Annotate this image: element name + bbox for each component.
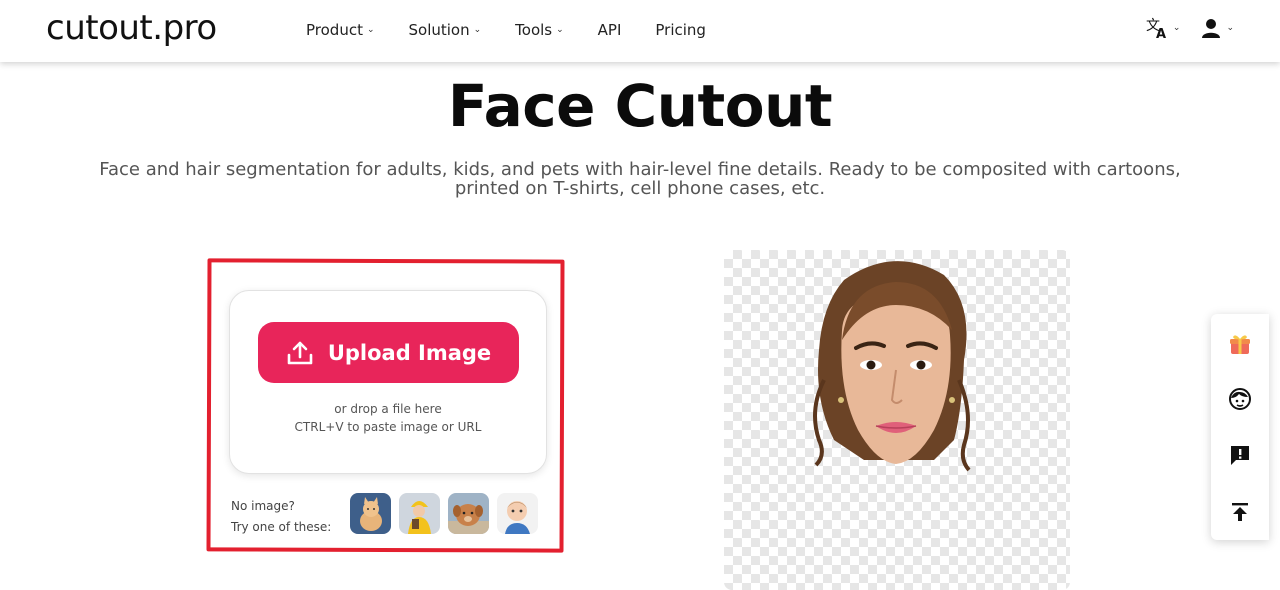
face-cutout-image: [813, 261, 971, 472]
sample-image-cat[interactable]: [350, 493, 391, 534]
result-preview: [724, 250, 1070, 590]
nav-item-product[interactable]: Product ⌄: [306, 21, 375, 39]
translate-icon: 文 A: [1146, 18, 1166, 40]
support-face-icon: [1229, 388, 1251, 410]
nav-item-solution[interactable]: Solution ⌄: [409, 21, 482, 39]
gift-button[interactable]: [1211, 324, 1269, 364]
header-actions: 文 A ⌄ ⌄: [1125, 16, 1234, 40]
sample-images: [350, 493, 546, 534]
sample-prompt-line: No image?: [231, 499, 295, 513]
back-to-top-button[interactable]: [1211, 492, 1269, 532]
chevron-down-icon: ⌄: [556, 25, 564, 35]
nav-item-pricing[interactable]: Pricing: [655, 21, 706, 39]
svg-text:A: A: [1156, 27, 1166, 40]
upload-button-label: Upload Image: [327, 340, 492, 365]
user-icon: [1202, 19, 1221, 38]
sample-image-child[interactable]: [399, 493, 440, 534]
chevron-down-icon: ⌄: [366, 25, 375, 35]
upload-dropzone[interactable]: Upload Image or drop a file here CTRL+V …: [229, 290, 547, 474]
sample-prompt-line: Try one of these:: [231, 520, 332, 534]
sample-image-dog[interactable]: [448, 493, 489, 534]
nav-label: Pricing: [655, 21, 706, 39]
language-switcher[interactable]: 文 A ⌄: [1145, 16, 1181, 40]
main-nav: Product ⌄ Solution ⌄ Tools ⌄ API Pricing: [306, 0, 740, 60]
upload-icon: [287, 341, 313, 364]
back-to-top-icon: [1232, 503, 1248, 521]
feedback-icon: [1231, 446, 1249, 465]
subtitle-line: printed on T-shirts, cell phone cases, e…: [454, 178, 826, 199]
sample-prompt: No image? Try one of these:: [231, 496, 331, 538]
upload-image-button[interactable]: Upload Image: [258, 322, 519, 383]
paste-hint: CTRL+V to paste image or URL: [294, 420, 482, 434]
nav-label: Product: [306, 21, 363, 39]
nav-label: Solution: [408, 21, 470, 39]
subtitle-line: Face and hair segmentation for adults, k…: [99, 159, 1181, 180]
nav-item-tools[interactable]: Tools ⌄: [515, 21, 564, 39]
nav-item-api[interactable]: API: [598, 21, 622, 39]
page-title: Face Cutout: [447, 72, 833, 140]
chevron-down-icon: ⌄: [1226, 23, 1234, 33]
account-menu[interactable]: ⌄: [1200, 17, 1234, 39]
floating-side-toolbar: [1211, 314, 1269, 540]
sample-image-baby[interactable]: [497, 493, 538, 534]
chevron-down-icon: ⌄: [1172, 23, 1181, 33]
top-header: cutout.pro Product ⌄ Solution ⌄ Tools ⌄ …: [0, 0, 1280, 62]
page-subtitle: Face and hair segmentation for adults, k…: [90, 160, 1190, 198]
nav-label: Tools: [515, 21, 553, 39]
gift-icon: [1230, 335, 1250, 354]
feedback-button[interactable]: [1211, 435, 1269, 475]
logo[interactable]: cutout.pro: [46, 8, 217, 48]
nav-label: API: [597, 21, 622, 39]
customer-support-button[interactable]: [1211, 379, 1269, 419]
drop-hint: or drop a file here: [334, 402, 442, 416]
chevron-down-icon: ⌄: [473, 25, 482, 35]
